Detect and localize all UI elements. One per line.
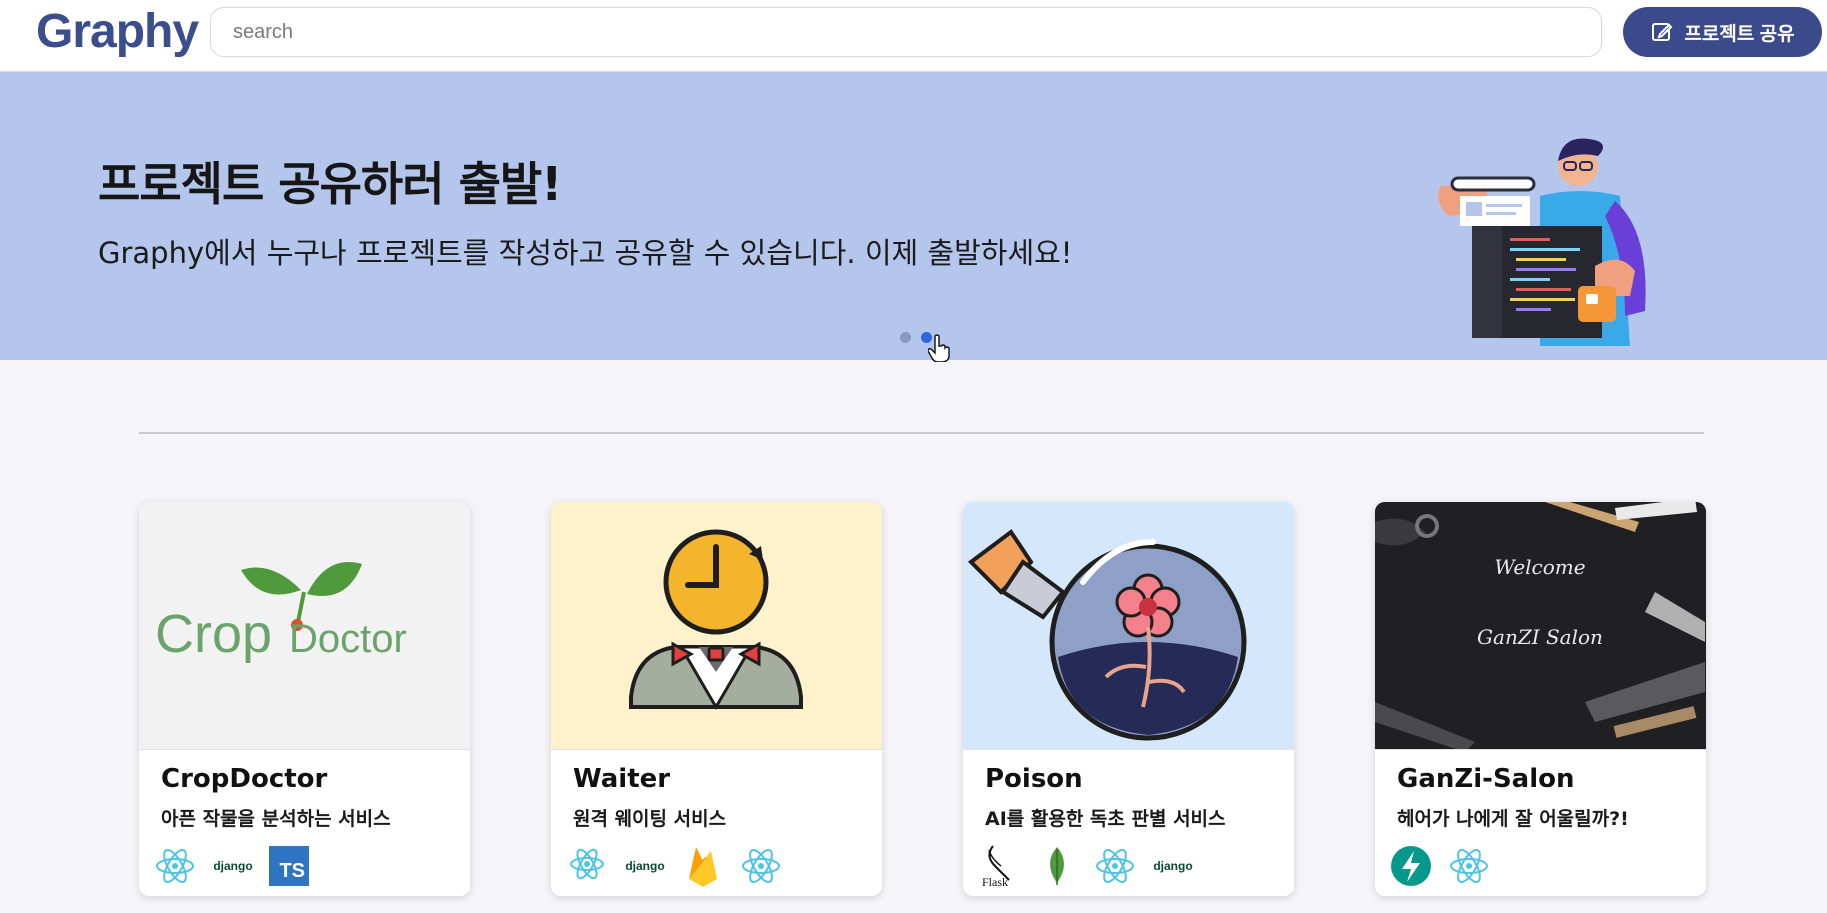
banner-subtitle: Graphy에서 누구나 프로젝트를 작성하고 공유할 수 있습니다. 이제 출… xyxy=(98,236,1073,270)
hand-pointer-cursor-icon xyxy=(928,334,950,362)
project-card[interactable]: Poison AI를 활용한 독초 판별 서비스 Flask django xyxy=(963,502,1294,896)
typescript-logo: TS xyxy=(269,846,309,886)
svg-text:Doctor: Doctor xyxy=(289,617,407,661)
project-title: Waiter xyxy=(573,764,671,794)
project-card[interactable]: Crop Doctor CropDoctor 아픈 작물을 분석하는 서비스 d… xyxy=(139,502,470,896)
carousel-dot-1[interactable] xyxy=(900,332,911,343)
poison-bottle-illustration xyxy=(967,529,1247,741)
waiter-illustration xyxy=(629,529,803,710)
django-logo: django xyxy=(625,859,665,873)
tech-stack xyxy=(1389,844,1491,888)
project-title: CropDoctor xyxy=(161,764,328,794)
project-thumbnail: Welcome GanZI Salon xyxy=(1375,502,1706,750)
django-logo: django xyxy=(1153,859,1193,873)
share-project-button[interactable]: 프로젝트 공유 xyxy=(1623,7,1822,57)
project-description: 아픈 작물을 분석하는 서비스 xyxy=(161,808,391,830)
react-icon xyxy=(1093,844,1137,888)
project-description: 헤어가 나에게 잘 어울릴까?! xyxy=(1397,808,1629,830)
firebase-icon xyxy=(681,844,725,888)
tech-stack: django TS xyxy=(153,844,309,888)
fastapi-icon xyxy=(1389,844,1433,888)
search-input[interactable] xyxy=(210,7,1602,57)
project-description: 원격 웨이팅 서비스 xyxy=(573,808,727,830)
tech-stack: Flask django xyxy=(977,844,1195,888)
django-logo: django xyxy=(213,859,253,873)
developer-illustration xyxy=(1438,138,1646,346)
logo[interactable]: Graphy xyxy=(36,4,199,59)
react-icon xyxy=(1447,844,1491,888)
react-icon xyxy=(153,844,197,888)
salon-name-text: GanZI Salon xyxy=(1477,625,1603,649)
mongodb-icon xyxy=(1035,844,1079,888)
flask-icon: Flask xyxy=(977,844,1021,888)
project-thumbnail: Crop Doctor xyxy=(139,502,470,750)
cropdoctor-logo: Crop Doctor xyxy=(155,562,407,664)
edit-icon xyxy=(1652,23,1673,41)
top-nav: Graphy 프로젝트 공유 xyxy=(0,0,1827,72)
project-thumbnail xyxy=(551,502,882,750)
tech-stack: django xyxy=(565,844,783,888)
react-native-icon xyxy=(565,844,609,888)
project-card[interactable]: Waiter 원격 웨이팅 서비스 django xyxy=(551,502,882,896)
share-project-label: 프로젝트 공유 xyxy=(1684,23,1795,45)
banner-title: 프로젝트 공유하러 출발! xyxy=(98,157,562,211)
section-divider xyxy=(139,432,1704,434)
project-card[interactable]: Welcome GanZI Salon GanZi-Salon 헤어가 나에게 … xyxy=(1375,502,1706,896)
project-title: Poison xyxy=(985,764,1083,794)
project-description: AI를 활용한 독초 판별 서비스 xyxy=(985,808,1226,830)
react-icon xyxy=(739,844,783,888)
salon-photo: Welcome GanZI Salon xyxy=(1375,502,1706,749)
svg-text:Flask: Flask xyxy=(982,875,1008,888)
hero-banner: 프로젝트 공유하러 출발! Graphy에서 누구나 프로젝트를 작성하고 공유… xyxy=(0,72,1827,362)
project-title: GanZi-Salon xyxy=(1397,764,1575,794)
cropdoctor-wordmark: Crop xyxy=(155,604,272,664)
project-thumbnail xyxy=(963,502,1294,750)
welcome-text: Welcome xyxy=(1494,555,1585,579)
